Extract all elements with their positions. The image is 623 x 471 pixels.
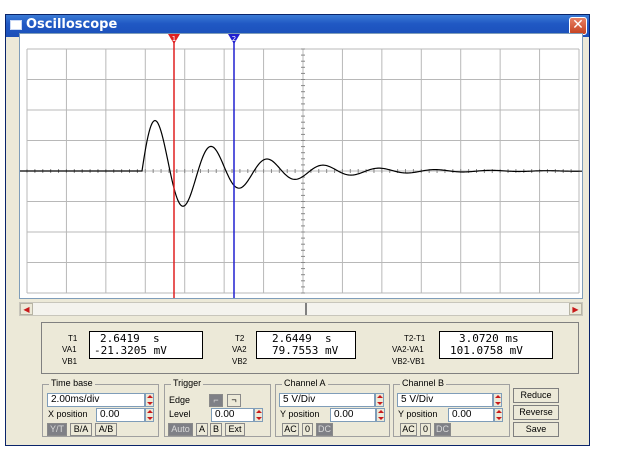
channel-a-group: Channel A 5 V/Div Y position 0.00 AC 0 D… bbox=[275, 378, 390, 437]
channel-a-ac-button[interactable]: AC bbox=[282, 423, 299, 436]
trigger-auto-button[interactable]: Auto bbox=[168, 423, 193, 436]
channel-a-label: Channel A bbox=[282, 378, 328, 388]
cursor-1-number: 1 bbox=[172, 35, 176, 43]
channel-a-scale-field[interactable]: 5 V/Div bbox=[279, 393, 375, 407]
horizontal-scrollbar[interactable]: ◀ ▶ bbox=[19, 302, 583, 316]
scroll-right-button[interactable]: ▶ bbox=[569, 303, 582, 315]
timebase-group: Time base 2.00ms/div X position 0.00 Y/T… bbox=[42, 378, 159, 437]
level-label: Level bbox=[169, 409, 191, 419]
x-position-spinner[interactable] bbox=[145, 408, 154, 422]
rising-edge-icon[interactable]: ⌐ bbox=[209, 394, 223, 407]
cursor-2-number: 2 bbox=[232, 35, 236, 43]
va2-value: 79.7553 mV bbox=[272, 344, 339, 357]
trigger-ext-button[interactable]: Ext bbox=[225, 423, 245, 436]
scroll-thumb[interactable] bbox=[305, 303, 307, 315]
trigger-level-spinner[interactable] bbox=[254, 408, 263, 422]
timebase-scale-field[interactable]: 2.00ms/div bbox=[47, 393, 145, 407]
channel-a-dc-button[interactable]: DC bbox=[316, 423, 333, 436]
trigger-group: Trigger Edge ⌐ ¬ Level 0.00 Auto A B Ext bbox=[164, 378, 271, 437]
channel-b-dc-button[interactable]: DC bbox=[434, 423, 451, 436]
channel-a-ypos-spinner[interactable] bbox=[376, 408, 385, 422]
channel-b-group: Channel B 5 V/Div Y position 0.00 AC 0 D… bbox=[393, 378, 510, 437]
channel-b-zero-button[interactable]: 0 bbox=[420, 423, 431, 436]
channel-b-ypos-spinner[interactable] bbox=[494, 408, 503, 422]
channel-a-scale-spinner[interactable] bbox=[375, 393, 384, 407]
delta-t-label: T2-T1 bbox=[404, 334, 426, 343]
channel-b-ypos-field[interactable]: 0.00 bbox=[448, 408, 494, 422]
edge-label: Edge bbox=[169, 395, 191, 405]
oscilloscope-screen: 1 2 bbox=[19, 33, 583, 299]
reduce-button[interactable]: Reduce bbox=[513, 388, 559, 403]
va2-label: VA2 bbox=[232, 345, 247, 354]
channel-b-ac-button[interactable]: AC bbox=[400, 423, 417, 436]
vb2-label: VB2 bbox=[232, 357, 248, 366]
reverse-button[interactable]: Reverse bbox=[513, 405, 559, 420]
timebase-scale-spinner[interactable] bbox=[145, 393, 154, 407]
channel-b-scale-field[interactable]: 5 V/Div bbox=[397, 393, 493, 407]
channel-a-zero-button[interactable]: 0 bbox=[302, 423, 313, 436]
trigger-b-button[interactable]: B bbox=[210, 423, 222, 436]
trigger-a-button[interactable]: A bbox=[196, 423, 208, 436]
trigger-level-field[interactable]: 0.00 bbox=[211, 408, 254, 422]
channel-a-ypos-field[interactable]: 0.00 bbox=[330, 408, 376, 422]
x-position-label: X position bbox=[48, 409, 88, 419]
falling-edge-icon[interactable]: ¬ bbox=[227, 394, 241, 407]
yt-mode-button[interactable]: Y/T bbox=[47, 423, 67, 436]
t1-label: T1 bbox=[68, 334, 78, 343]
delta-va-label: VA2-VA1 bbox=[392, 345, 424, 354]
vb1-label: VB1 bbox=[62, 357, 78, 366]
timebase-label: Time base bbox=[49, 378, 95, 388]
delta-va-value: 101.0758 mV bbox=[450, 344, 523, 357]
va1-value: -21.3205 mV bbox=[94, 344, 167, 357]
cursor-readout-panel: T1 VA1 VB1 2.6419 s -21.3205 mV T2 VA2 V… bbox=[41, 322, 579, 374]
channel-a-ypos-label: Y position bbox=[280, 409, 320, 419]
scope-display: 1 2 bbox=[20, 34, 582, 298]
scroll-left-button[interactable]: ◀ bbox=[20, 303, 33, 315]
window-title: Oscilloscope bbox=[26, 17, 118, 32]
channel-b-label: Channel B bbox=[400, 378, 447, 388]
t2-label: T2 bbox=[235, 334, 245, 343]
channel-b-ypos-label: Y position bbox=[398, 409, 438, 419]
trigger-label: Trigger bbox=[171, 378, 204, 388]
va1-label: VA1 bbox=[62, 345, 77, 354]
channel-b-scale-spinner[interactable] bbox=[493, 393, 502, 407]
ba-mode-button[interactable]: B/A bbox=[70, 423, 92, 436]
ab-mode-button[interactable]: A/B bbox=[95, 423, 117, 436]
channel-a-trace bbox=[20, 119, 582, 207]
delta-vb-label: VB2-VB1 bbox=[392, 357, 425, 366]
window-icon bbox=[10, 20, 22, 30]
save-button[interactable]: Save bbox=[513, 422, 559, 437]
x-position-field[interactable]: 0.00 bbox=[96, 408, 145, 422]
